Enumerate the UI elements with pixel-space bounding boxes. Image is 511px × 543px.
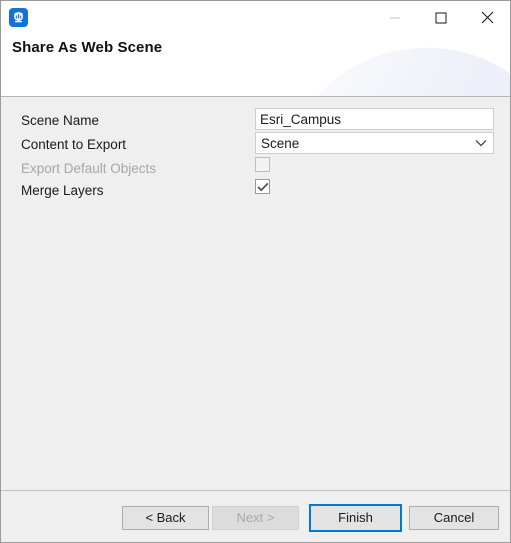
merge-layers-checkbox[interactable] xyxy=(255,179,270,194)
form-row-export-default-objects: Export Default Objects xyxy=(1,156,510,180)
window-controls xyxy=(372,1,510,34)
back-button[interactable]: < Back xyxy=(122,506,209,530)
content-to-export-dropdown[interactable]: Scene xyxy=(255,132,494,154)
export-default-objects-checkbox xyxy=(255,157,270,172)
dialog-body: Scene Name Content to Export Scene Expor… xyxy=(1,97,510,490)
form-row-scene-name: Scene Name xyxy=(1,108,510,132)
scene-name-input[interactable] xyxy=(255,108,494,130)
close-button[interactable] xyxy=(464,1,510,34)
export-default-objects-label: Export Default Objects xyxy=(21,160,157,176)
chevron-down-icon xyxy=(469,139,493,147)
cancel-button[interactable]: Cancel xyxy=(409,506,499,530)
finish-button[interactable]: Finish xyxy=(309,504,402,532)
dialog-title: Share As Web Scene xyxy=(12,39,163,56)
content-to-export-value: Scene xyxy=(261,135,300,151)
minimize-button[interactable] xyxy=(372,1,418,34)
content-to-export-label: Content to Export xyxy=(21,136,127,152)
dialog-footer: < Back Next > Finish Cancel xyxy=(1,490,510,542)
merge-layers-label: Merge Layers xyxy=(21,182,104,198)
share-as-web-scene-dialog: Share As Web Scene Scene Name Content to… xyxy=(0,0,511,543)
scene-name-label: Scene Name xyxy=(21,112,100,128)
checkmark-icon xyxy=(256,182,269,192)
next-button: Next > xyxy=(212,506,299,530)
maximize-button[interactable] xyxy=(418,1,464,34)
form-row-content-to-export: Content to Export Scene xyxy=(1,132,510,156)
dialog-header: Share As Web Scene xyxy=(1,1,510,97)
form-row-merge-layers: Merge Layers xyxy=(1,178,510,202)
arcgis-pro-icon xyxy=(9,8,28,27)
header-decorative-swoosh xyxy=(286,39,510,96)
